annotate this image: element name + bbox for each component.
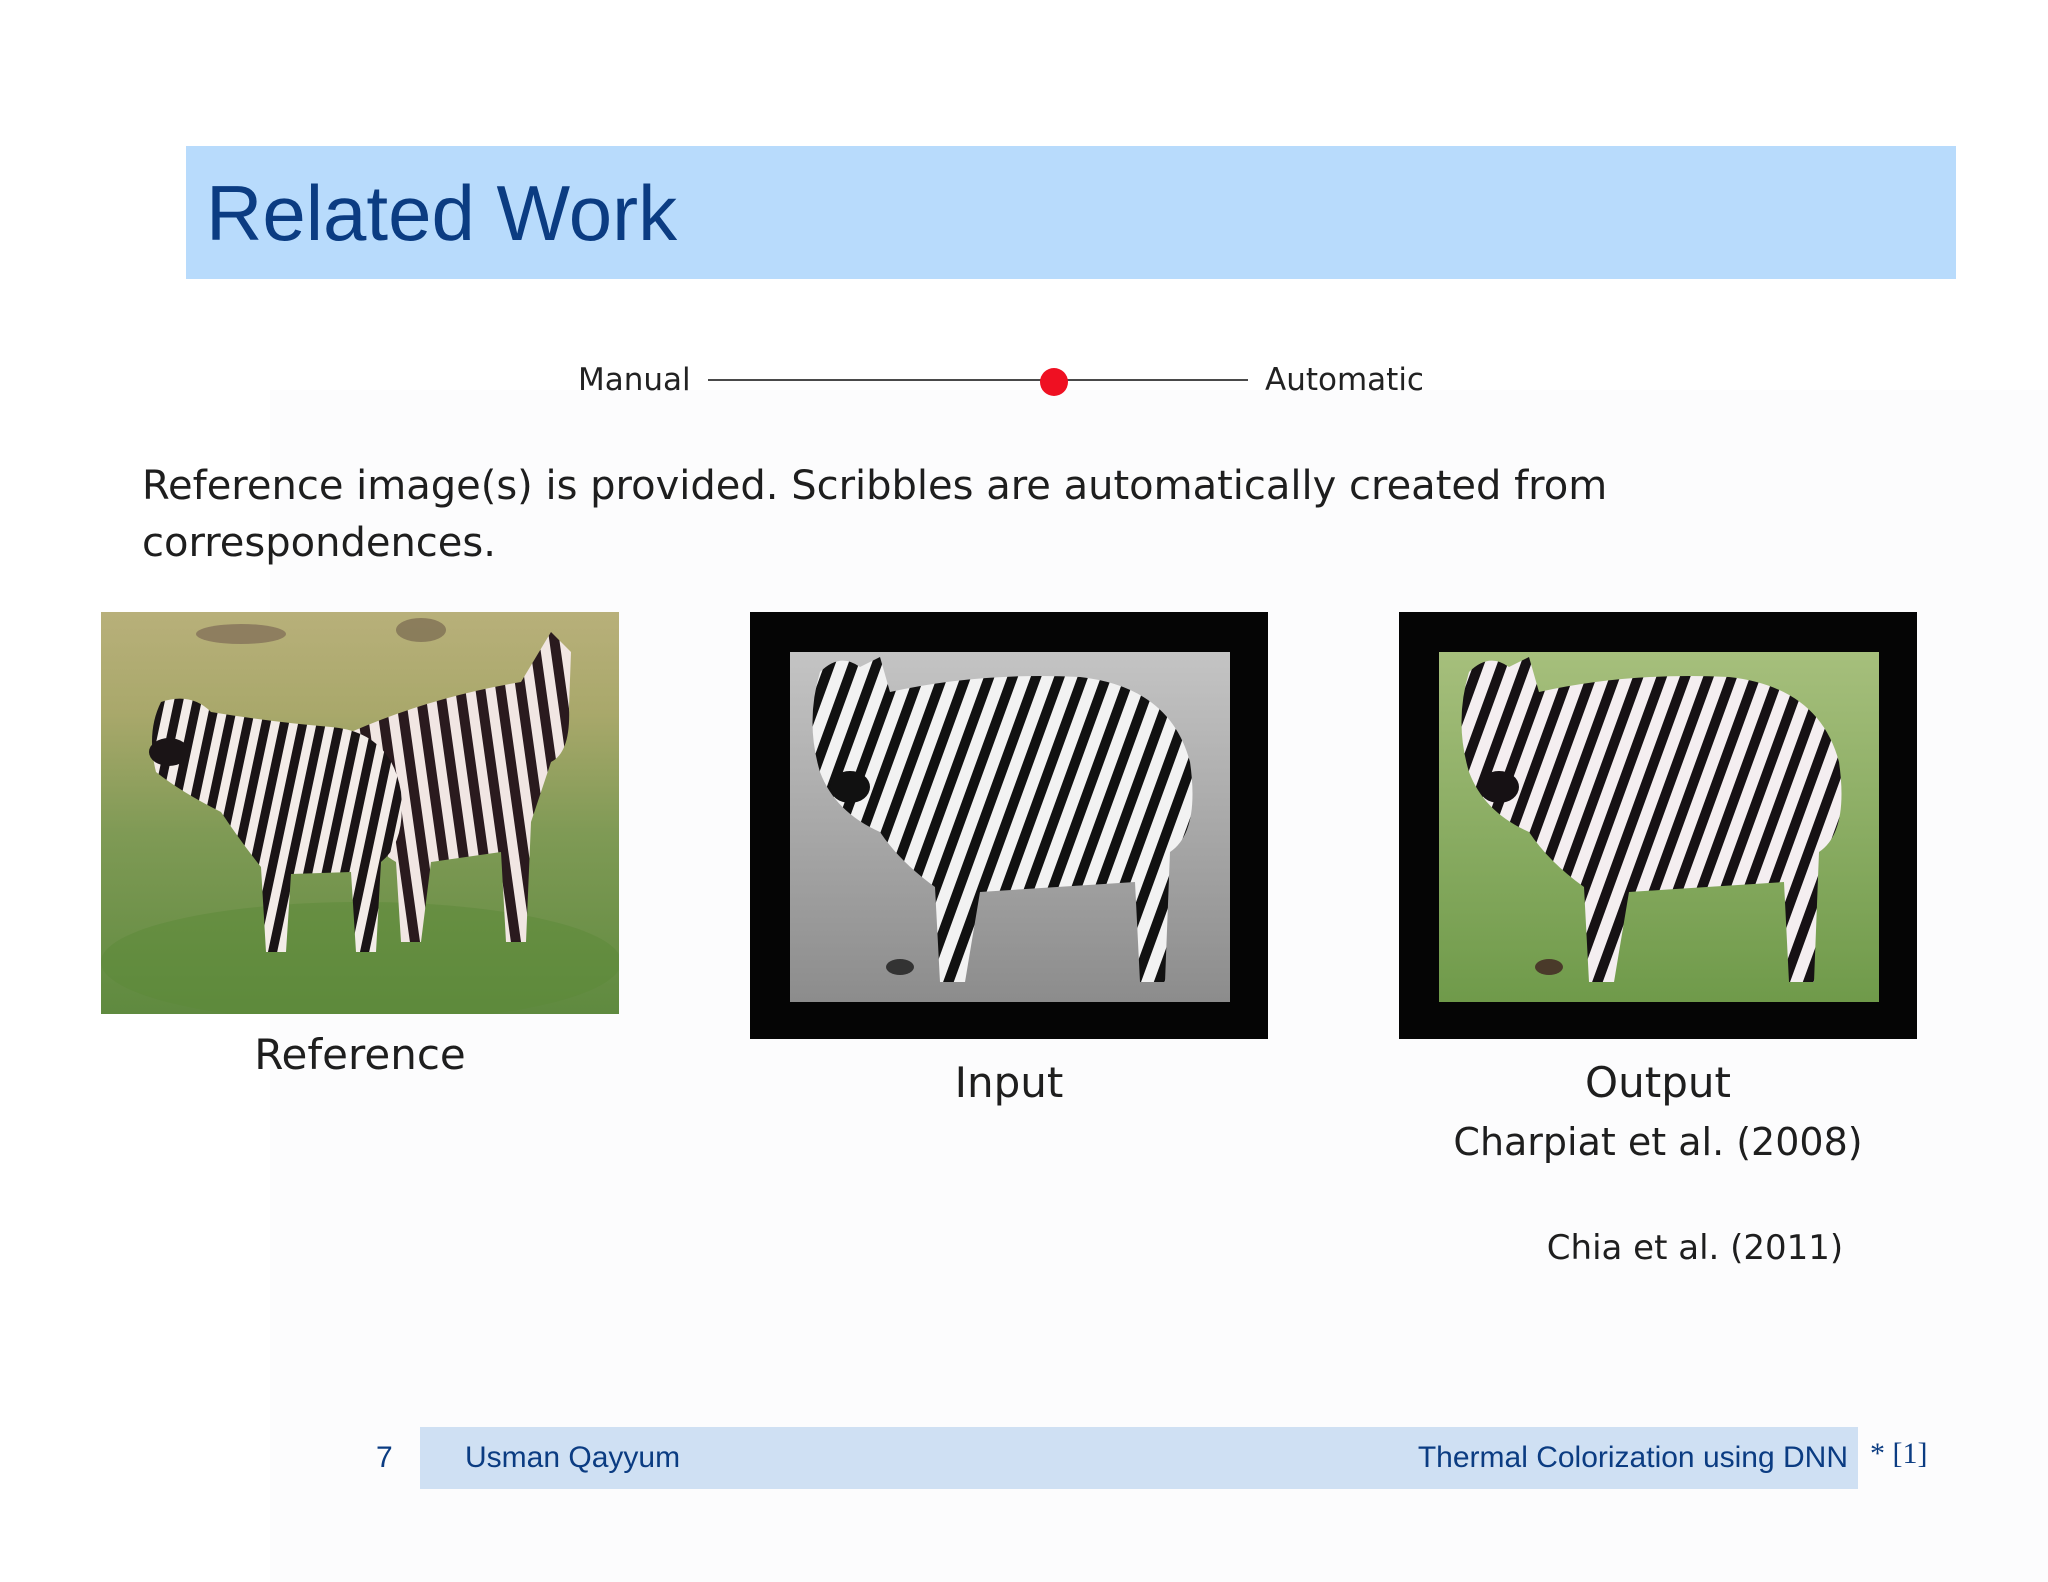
slider-left-label: Manual [578,362,691,398]
output-citation: Charpiat et al. (2008) [1453,1120,1863,1164]
input-caption: Input [954,1058,1064,1107]
input-image [750,612,1268,1039]
slider-right-label: Automatic [1265,362,1424,398]
output-caption: Output [1585,1058,1731,1107]
page-number: 7 [376,1441,393,1474]
reference-image [101,612,619,1014]
footer-talk-title: Thermal Colorization using DNN [1417,1441,1848,1474]
reference-caption: Reference [254,1030,466,1079]
slider-track [708,379,1248,381]
title-bar: Related Work [186,146,1956,279]
description-text: Reference image(s) is provided. Scribble… [142,463,1608,566]
footer-author: Usman Qayyum [465,1441,681,1474]
output-image [1399,612,1917,1039]
footer-bar: Usman Qayyum Thermal Colorization using … [420,1427,1858,1489]
slider-knob [1039,368,1068,396]
slide-title: Related Work [206,169,678,257]
extra-citation: Chia et al. (2011) [1546,1228,1844,1268]
reference-mark: * [1] [1870,1437,1928,1470]
manual-automatic-scale: Manual Automatic [0,355,2048,405]
